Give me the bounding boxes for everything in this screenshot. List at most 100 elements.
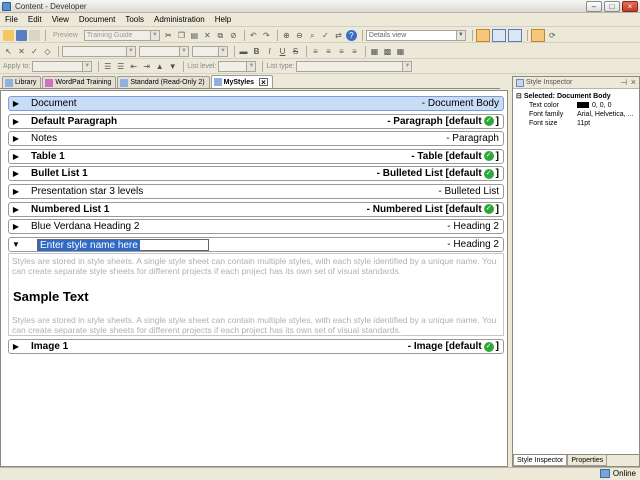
preview-paragraph: Styles are stored in style sheets. A sin… [12,315,497,335]
single-pane-view-icon[interactable] [475,28,490,42]
zoom-in-icon[interactable]: ⊕ [281,30,292,41]
font-size-select[interactable]: ▼ [192,45,228,57]
border-icon[interactable]: ▦ [369,46,380,57]
numbering-icon[interactable]: ☰ [115,61,126,72]
copy-icon[interactable]: ❐ [176,30,187,41]
indent-icon[interactable]: ⇥ [141,61,152,72]
shading-icon[interactable]: ▩ [382,46,393,57]
menu-view[interactable]: View [47,15,74,24]
table-icon[interactable]: ▦ [395,46,406,57]
pointer-icon[interactable]: ↖ [3,46,14,57]
expand-triangle-icon[interactable]: ▶ [9,187,23,196]
style-row[interactable]: ▶ Document - Document Body [8,96,504,111]
style-name-input[interactable]: Enter style name here [37,239,209,251]
style-select[interactable]: ▼ [62,45,136,57]
refresh-icon[interactable]: ⟳ [547,30,558,41]
zoom-out-icon[interactable]: ⊖ [294,30,305,41]
apply-to-select[interactable]: ▼ [32,61,93,72]
bullets-icon[interactable]: ☰ [102,61,113,72]
style-type: - Heading 2 [447,239,499,250]
remove-icon[interactable]: ✕ [16,46,27,57]
expand-triangle-icon[interactable]: ▶ [9,169,23,178]
align-center-icon[interactable]: ≡ [323,46,334,57]
tab-wordpad-training[interactable]: WordPad Training [42,76,117,88]
style-row[interactable]: ▶ Notes - Paragraph [8,131,504,147]
spell-icon[interactable]: ✓ [320,30,331,41]
delete-icon[interactable]: ✕ [202,30,213,41]
preview-target-select[interactable]: Training Guide ▼ [83,29,160,41]
open-folder-icon[interactable] [3,29,14,41]
menu-document[interactable]: Document [74,15,120,24]
link-icon[interactable]: ⊘ [228,30,239,41]
menu-file[interactable]: File [0,15,23,24]
style-row[interactable]: ▶ Bullet List 1 - Bulleted List [default ✓] [8,166,504,182]
find-icon[interactable]: ⌕ [307,30,318,41]
font-select[interactable]: ▼ [139,45,189,57]
selected-style: ⊟ Selected: Document Body [516,92,611,101]
tab-style-inspector[interactable]: Style Inspector [513,455,568,466]
expand-triangle-icon[interactable]: ▶ [9,152,23,161]
style-row-editing[interactable]: ▼ Enter style name here - Heading 2 [8,237,504,252]
move-down-icon[interactable]: ▼ [167,61,178,72]
duplicate-icon[interactable]: ⧉ [215,30,226,41]
align-right-icon[interactable]: ≡ [336,46,347,57]
inspector-toggle-icon[interactable] [530,28,545,42]
list-level-select[interactable]: ▼ [218,61,257,72]
undo-icon[interactable]: ↶ [248,30,259,41]
highlight-icon[interactable]: ▬ [238,46,249,57]
check-icon[interactable]: ✓ [29,46,40,57]
tab-library[interactable]: Library [2,76,42,88]
view-mode-select[interactable]: Details view ▼ [365,29,466,41]
style-row[interactable]: ▶ Presentation star 3 levels - Bulleted Li… [8,184,504,199]
align-left-icon[interactable]: ≡ [310,46,321,57]
redo-icon[interactable]: ↷ [261,30,272,41]
menu-tools[interactable]: Tools [120,15,149,24]
expand-triangle-icon[interactable]: ▶ [9,134,23,143]
style-row[interactable]: ▶ Table 1 - Table [default ✓] [8,148,504,164]
tag-icon[interactable]: ◇ [42,46,53,57]
main-toolbar: Preview Training Guide ▼ ✂ ❐ ▤ ✕ ⧉ ⊘ ↶ ↷ … [0,28,640,43]
style-row[interactable]: ▶ Default Paragraph - Paragraph [default ✓] [8,113,504,129]
italic-icon[interactable]: I [264,46,275,57]
tab-properties[interactable]: Properties [567,455,608,466]
strikethrough-icon[interactable]: S [290,46,301,57]
style-name: Image 1 [31,341,69,352]
close-button[interactable]: × [622,1,638,12]
cut-icon[interactable]: ✂ [163,30,174,41]
move-up-icon[interactable]: ▲ [154,61,165,72]
collapse-icon[interactable]: ⊟ [516,92,522,100]
list-type-select[interactable]: ▼ [296,61,413,72]
underline-icon[interactable]: U [277,46,288,57]
expand-triangle-icon[interactable]: ▶ [9,117,23,126]
expand-triangle-icon[interactable]: ▶ [9,222,23,231]
collapse-triangle-icon[interactable]: ▼ [9,240,23,249]
preview-paragraph: Styles are stored in style sheets. A sin… [12,256,497,276]
pin-icon[interactable]: ⊣ [620,78,627,87]
style-row[interactable]: ▶ Numbered List 1 - Numbered List [default… [8,201,504,217]
preview-button[interactable]: Preview [49,30,82,41]
outdent-icon[interactable]: ⇤ [128,61,139,72]
minimize-button[interactable]: – [586,1,602,12]
maximize-button[interactable]: □ [604,1,620,12]
expand-triangle-icon[interactable]: ▶ [9,342,23,351]
paste-icon[interactable]: ▤ [189,30,200,41]
justify-icon[interactable]: ≡ [349,46,360,57]
tab-mystyles[interactable]: MyStyles × [210,75,273,88]
menu-edit[interactable]: Edit [23,15,47,24]
split-view-icon[interactable] [491,28,506,42]
print-icon[interactable] [29,29,40,41]
style-row[interactable]: ▶ Blue Verdana Heading 2 - Heading 2 [8,219,504,235]
replace-icon[interactable]: ⇄ [333,30,344,41]
save-icon[interactable] [16,29,27,41]
tab-standard[interactable]: Standard (Read-Only 2) [117,76,210,88]
expand-triangle-icon[interactable]: ▶ [9,99,23,108]
close-tab-icon[interactable]: × [259,78,268,87]
menu-help[interactable]: Help [210,15,236,24]
menu-administration[interactable]: Administration [149,15,210,24]
help-icon[interactable]: ? [345,29,357,41]
expand-triangle-icon[interactable]: ▶ [9,205,23,214]
close-panel-icon[interactable]: × [631,77,636,87]
bold-icon[interactable]: B [251,46,262,57]
columns-view-icon[interactable] [507,28,522,42]
style-row[interactable]: ▶ Image 1 - Image [default ✓] [8,339,504,354]
